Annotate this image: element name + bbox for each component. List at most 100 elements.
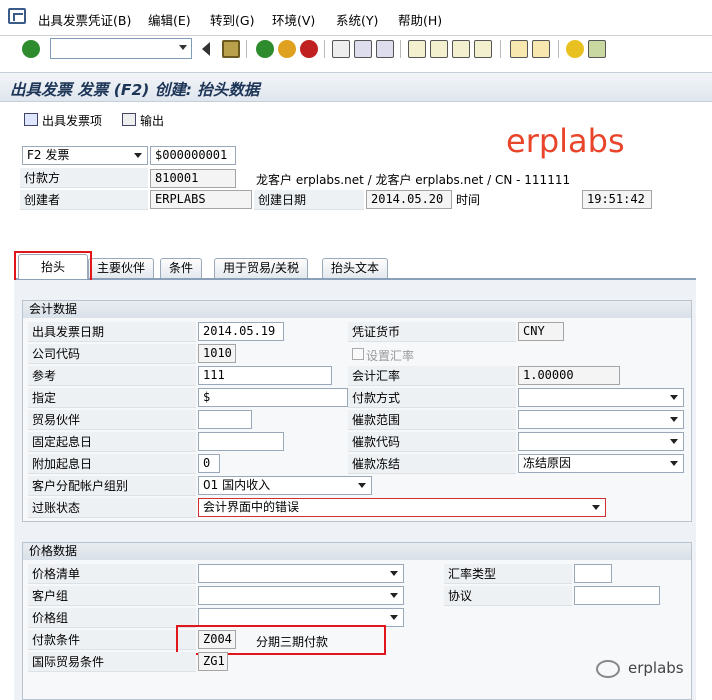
- price-list-select[interactable]: [198, 564, 404, 583]
- output-button[interactable]: 输出: [140, 112, 164, 129]
- chevron-down-icon[interactable]: [179, 45, 187, 50]
- chevron-down-icon[interactable]: [670, 439, 678, 444]
- price-list-label: 价格清单: [28, 564, 196, 584]
- chevron-down-icon[interactable]: [390, 593, 398, 598]
- command-field[interactable]: [50, 38, 192, 59]
- assignment-field[interactable]: $: [198, 388, 348, 407]
- creator-field[interactable]: ERPLABS: [150, 190, 252, 209]
- customer-group-select[interactable]: [198, 586, 404, 605]
- layout-menu-icon[interactable]: [588, 40, 606, 58]
- first-page-icon[interactable]: [408, 40, 426, 58]
- save-icon[interactable]: [222, 40, 240, 58]
- enter-check-icon[interactable]: [22, 40, 40, 58]
- tab-header-texts[interactable]: 抬头文本: [322, 258, 389, 278]
- exchange-rate-type-field[interactable]: [574, 564, 612, 583]
- payer-field[interactable]: 810001: [150, 169, 236, 188]
- tab-conditions[interactable]: 条件: [160, 258, 203, 278]
- new-session-icon[interactable]: [510, 40, 528, 58]
- tab-foreign-trade[interactable]: 用于贸易/关税: [214, 258, 309, 278]
- posting-status-select[interactable]: 会计界面中的错误: [198, 498, 606, 517]
- chevron-down-icon[interactable]: [670, 417, 678, 422]
- find-next-icon[interactable]: [376, 40, 394, 58]
- incoterms-label: 国际贸易条件: [28, 652, 196, 672]
- menu-system[interactable]: 系统(Y): [336, 10, 378, 29]
- billing-type-select[interactable]: F2 发票: [22, 146, 148, 165]
- tab-header[interactable]: 抬头: [18, 254, 88, 279]
- chevron-down-icon[interactable]: [390, 615, 398, 620]
- shortcut-icon[interactable]: [532, 40, 550, 58]
- toolbar-divider: [246, 40, 247, 58]
- billing-doc-number[interactable]: $000000001: [150, 146, 236, 165]
- additional-days-field[interactable]: 0: [198, 454, 220, 473]
- account-group-select[interactable]: 01 国内收入: [198, 476, 372, 495]
- set-rate-label: 设置汇率: [366, 349, 415, 363]
- toolbar-divider: [324, 40, 325, 58]
- watermark: erplabs: [506, 122, 625, 160]
- assignment-label: 指定: [28, 388, 196, 408]
- last-page-icon[interactable]: [474, 40, 492, 58]
- incoterms-field[interactable]: ZG1: [198, 652, 228, 671]
- toolbar-divider: [400, 40, 401, 58]
- cancel-icon[interactable]: [300, 40, 318, 58]
- output-icon: [122, 113, 136, 126]
- exchange-rate-type-label: 汇率类型: [444, 564, 572, 584]
- time-label: 时间: [456, 193, 481, 207]
- chevron-down-icon[interactable]: [358, 483, 366, 488]
- company-code-field[interactable]: 1010: [198, 344, 236, 363]
- highlight-box-payment-terms: [176, 625, 386, 655]
- chevron-down-icon[interactable]: [670, 395, 678, 400]
- fixed-value-date-field[interactable]: [198, 432, 284, 451]
- agreement-field[interactable]: [574, 586, 660, 605]
- trading-partner-label: 贸易伙伴: [28, 410, 196, 430]
- menu-edit[interactable]: 编辑(E): [148, 10, 191, 29]
- chevron-down-icon[interactable]: [134, 153, 142, 158]
- created-on-field[interactable]: 2014.05.20: [366, 190, 452, 209]
- chevron-down-icon[interactable]: [670, 461, 678, 466]
- customer-group-label: 客户组: [28, 586, 196, 606]
- price-group-label: 价格组: [28, 608, 196, 628]
- menu-environment[interactable]: 环境(V): [272, 10, 315, 29]
- back-icon[interactable]: [256, 40, 274, 58]
- posting-status-label: 过账状态: [28, 498, 196, 518]
- help-icon[interactable]: [566, 40, 584, 58]
- agreement-label: 协议: [444, 586, 572, 606]
- fixed-value-date-label: 固定起息日: [28, 432, 196, 452]
- find-icon[interactable]: [354, 40, 372, 58]
- dunning-block-select[interactable]: 冻结原因: [518, 454, 684, 473]
- created-on-label: 创建日期: [254, 190, 364, 210]
- chevron-down-icon[interactable]: [592, 505, 600, 510]
- previous-page-icon[interactable]: [430, 40, 448, 58]
- trading-partner-field[interactable]: [198, 410, 252, 429]
- next-page-icon[interactable]: [452, 40, 470, 58]
- reference-label: 参考: [28, 366, 196, 386]
- billing-date-field[interactable]: 2014.05.19: [198, 322, 284, 341]
- sap-menu-icon[interactable]: [8, 8, 26, 24]
- exit-icon[interactable]: [278, 40, 296, 58]
- billing-date-label: 出具发票日期: [28, 322, 196, 342]
- menu-help[interactable]: 帮助(H): [398, 10, 442, 29]
- back-arrow-icon[interactable]: [200, 42, 210, 56]
- doc-currency-field[interactable]: CNY: [518, 322, 564, 341]
- company-code-label: 公司代码: [28, 344, 196, 364]
- tab-partners[interactable]: 主要伙伴: [88, 258, 155, 278]
- menu-goto[interactable]: 转到(G): [210, 10, 254, 29]
- reference-field[interactable]: 111: [198, 366, 332, 385]
- billing-items-icon: [24, 113, 38, 126]
- payer-label: 付款方: [20, 168, 148, 188]
- print-icon[interactable]: [332, 40, 350, 58]
- billing-items-button[interactable]: 出具发票项: [42, 112, 102, 129]
- payment-method-select[interactable]: [518, 388, 684, 407]
- dunning-key-select[interactable]: [518, 432, 684, 451]
- toolbar-divider: [558, 40, 559, 58]
- posting-status-value: 会计界面中的错误: [203, 500, 300, 514]
- set-rate-checkbox[interactable]: [352, 348, 364, 360]
- dunning-area-select[interactable]: [518, 410, 684, 429]
- account-group-value: 01 国内收入: [203, 478, 271, 492]
- wechat-account-label: erplabs: [628, 659, 684, 677]
- chevron-down-icon[interactable]: [390, 571, 398, 576]
- exchange-rate-field[interactable]: 1.00000: [518, 366, 620, 385]
- menu-billing-document[interactable]: 出具发票凭证(B): [38, 10, 131, 29]
- time-field[interactable]: 19:51:42: [582, 190, 652, 209]
- page-title: 出具发票 发票 (F2) 创建: 抬头数据: [10, 81, 260, 99]
- accounting-group-title: 会计数据: [23, 301, 691, 318]
